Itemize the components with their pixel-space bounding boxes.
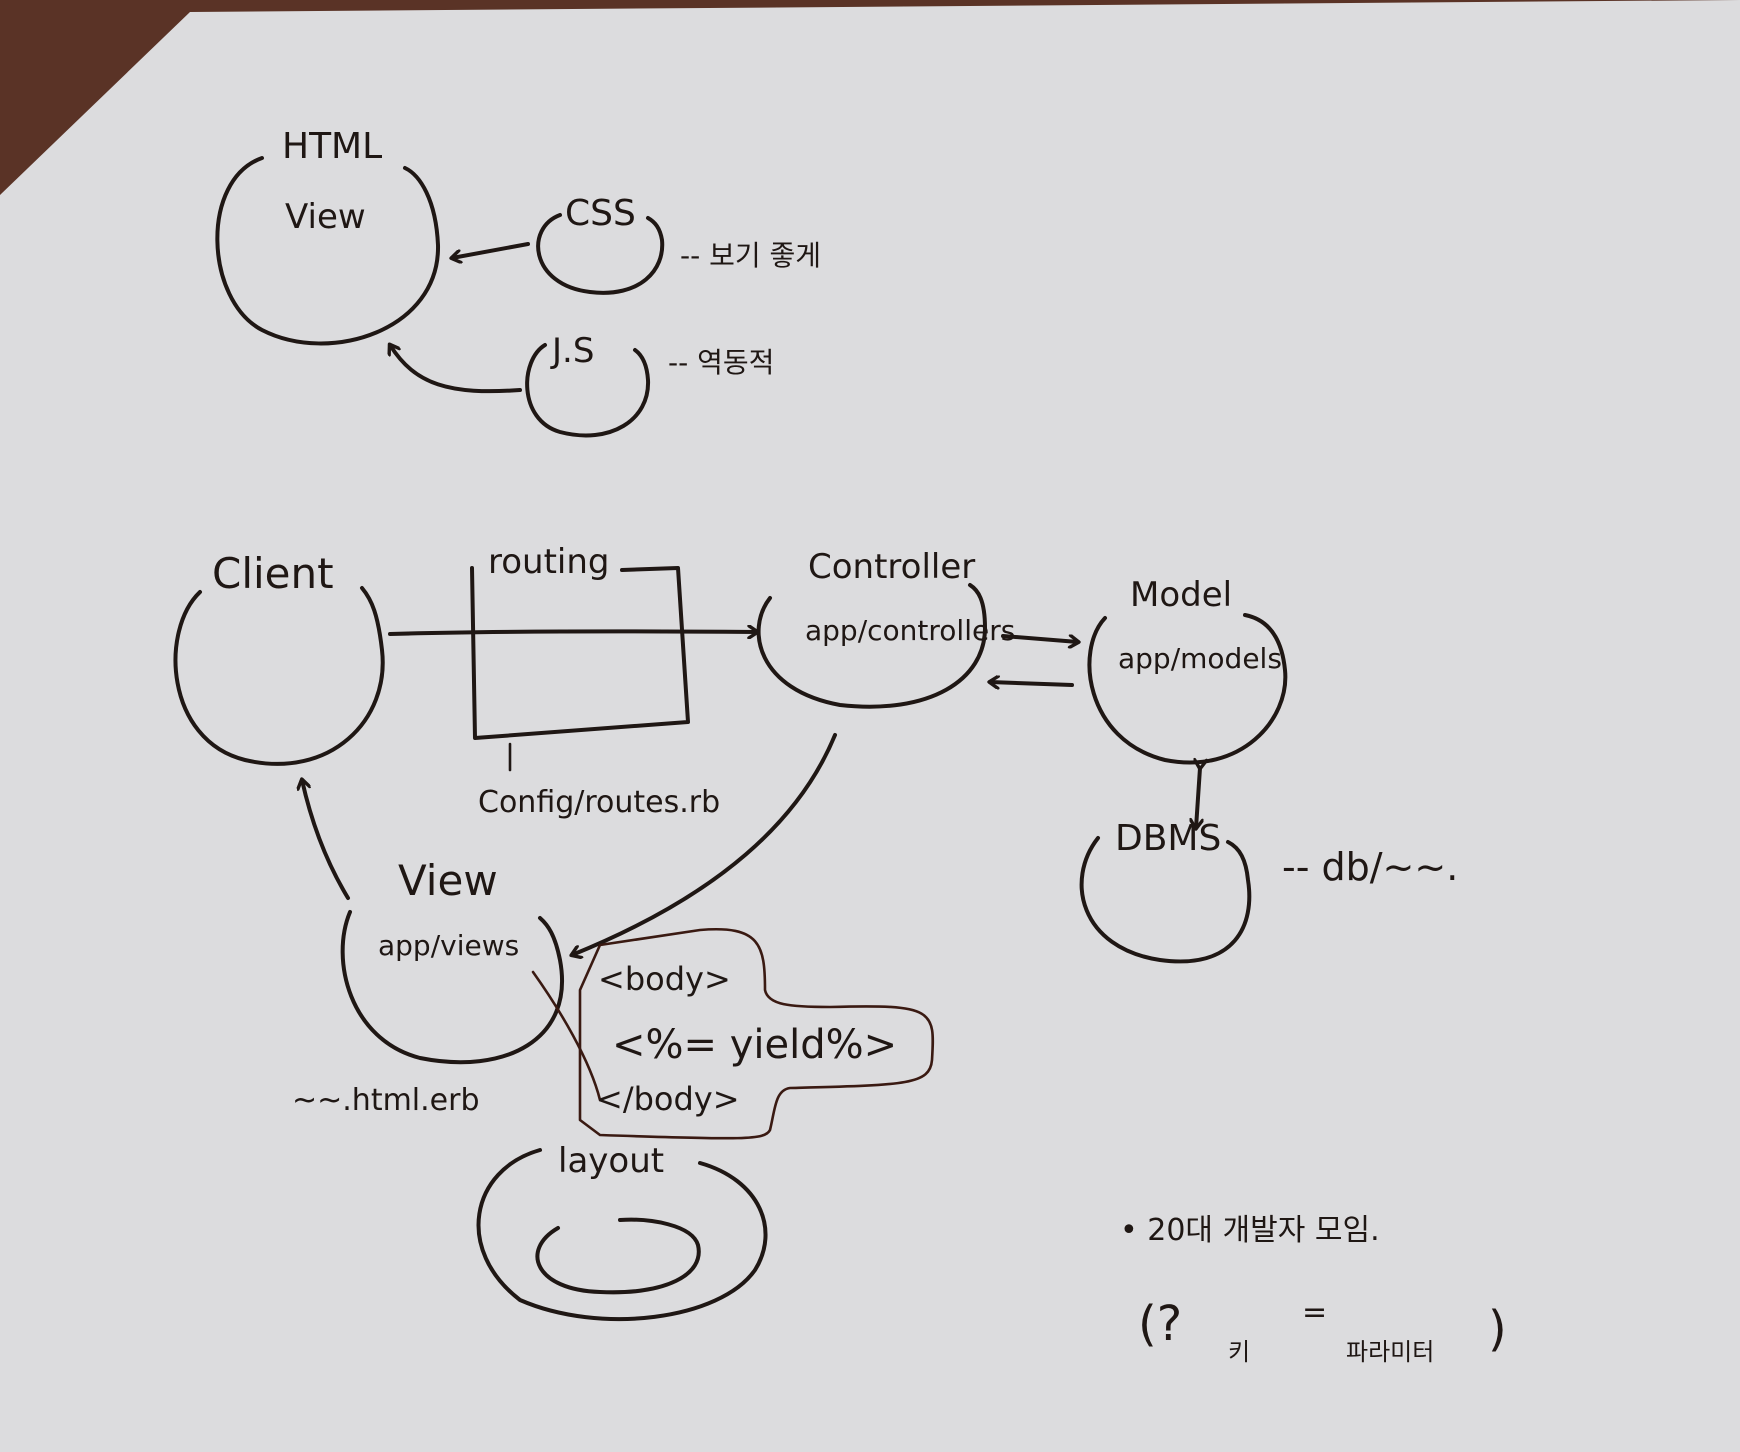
layout-body-open: <body> [598,960,731,998]
paper-sheet [0,0,1740,1452]
note-paren-close: ) [1488,1301,1507,1357]
routing-label: routing [488,542,610,582]
note-key: 키 [1228,1338,1250,1366]
css-note: -- 보기 좋게 [680,239,821,272]
dbms-label: DBMS [1115,818,1221,859]
model-label: Model [1130,575,1232,615]
js-label: J.S [550,331,594,371]
view-path: app/views [378,929,519,962]
model-path: app/models [1118,642,1282,675]
view-file: ~~.html.erb [292,1083,480,1118]
view-label-top: View [285,197,366,237]
controller-path: app/controllers [805,614,1015,647]
note-value: 파라미터 [1346,1338,1434,1366]
note-equals: = [1302,1295,1327,1330]
client-label: Client [212,549,334,598]
layout-body-close: </body> [596,1080,740,1118]
meetup-note: • 20대 개발자 모임. [1120,1213,1380,1248]
dbms-note: -- db/~~. [1282,845,1458,889]
css-label: CSS [565,193,636,234]
whiteboard-sketch: HTML View CSS -- 보기 좋게 J.S -- 역동적 Client… [0,0,1740,1452]
view-label: View [398,856,498,905]
routing-path: Config/routes.rb [478,785,720,820]
layout-label: layout [558,1141,664,1181]
html-label: HTML [282,126,382,167]
controller-label: Controller [808,547,975,587]
layout-yield: <%= yield%> [612,1022,897,1068]
js-note: -- 역동적 [668,346,774,379]
note-paren-open: (? [1138,1296,1182,1352]
